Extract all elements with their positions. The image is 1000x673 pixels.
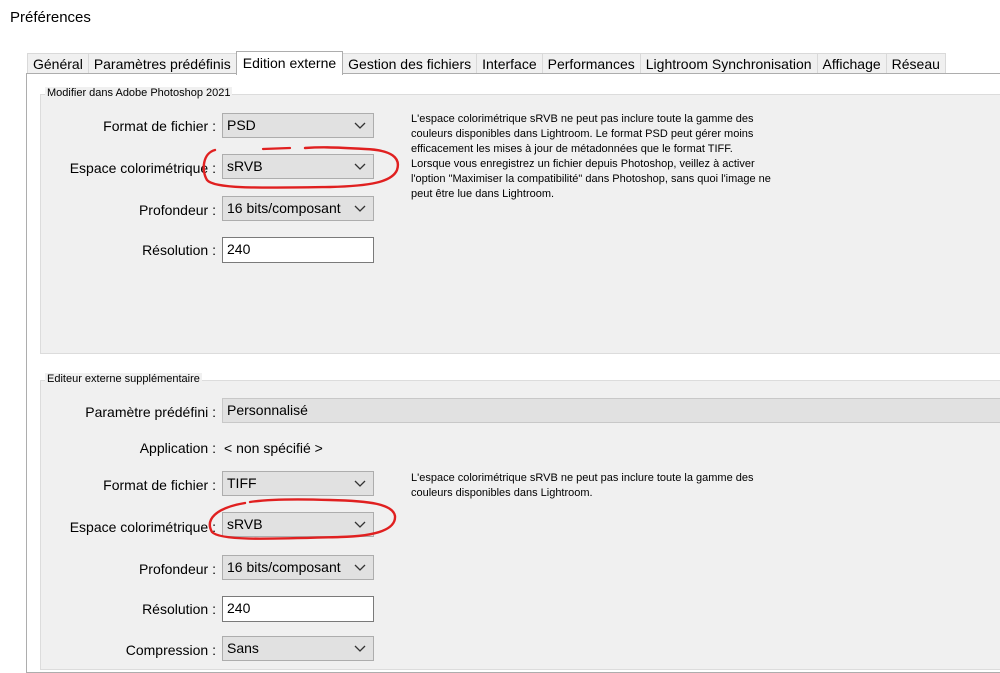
chevron-down-icon [354,645,366,652]
ext-color-space-label: Espace colorimétrique : [69,519,216,535]
help-line: efficacement les mises à jour de métadon… [411,143,733,155]
window-title: Préférences [10,9,91,26]
ext-file-format-value: TIFF [227,475,257,491]
ext-application-value: < non spécifié > [224,440,323,456]
ext-compression-value: Sans [227,640,259,656]
ext-resolution-label: Résolution : [142,601,216,617]
ps-color-space-select[interactable]: sRVB [222,154,374,179]
tab-lightroom-sync[interactable]: Lightroom Synchronisation [639,53,818,74]
ps-color-space-value: sRVB [227,158,263,174]
help-line: L'espace colorimétrique sRVB ne peut pas… [411,113,754,125]
ext-color-space-select[interactable]: sRVB [222,512,374,537]
tab-interface[interactable]: Interface [476,53,543,74]
ext-compression-label: Compression : [125,642,216,658]
tab-display[interactable]: Affichage [816,53,887,74]
ext-preset-select[interactable]: Personnalisé [222,398,1000,423]
help-line: l'option "Maximiser la compatibilité" da… [411,173,771,185]
chevron-down-icon [354,205,366,212]
ext-file-format-label: Format de fichier : [103,477,216,493]
chevron-down-icon [354,122,366,129]
ps-help-text: L'espace colorimétrique sRVB ne peut pas… [411,112,771,202]
help-line: couleurs disponibles dans Lightroom. [411,487,593,499]
ps-bit-depth-select[interactable]: 16 bits/composant [222,196,374,221]
chevron-down-icon [354,521,366,528]
ps-file-format-select[interactable]: PSD [222,113,374,138]
ext-bit-depth-value: 16 bits/composant [227,559,341,575]
ext-preset-label: Paramètre prédéfini : [85,404,216,420]
ext-help-text: L'espace colorimétrique sRVB ne peut pas… [411,471,753,501]
help-line: L'espace colorimétrique sRVB ne peut pas… [411,472,754,484]
tab-file-handling[interactable]: Gestion des fichiers [342,53,478,74]
tab-strip: Général Paramètres prédéfinis Edition ex… [27,51,946,75]
ext-application-label: Application : [139,440,216,456]
ps-color-space-label: Espace colorimétrique : [69,160,216,176]
ext-bit-depth-select[interactable]: 16 bits/composant [222,555,374,580]
tab-performance[interactable]: Performances [541,53,641,74]
tab-network[interactable]: Réseau [885,53,946,74]
ps-file-format-value: PSD [227,117,256,133]
ps-resolution-input[interactable]: 240 [222,237,374,263]
tab-general[interactable]: Général [27,53,89,74]
tab-external-editing[interactable]: Edition externe [235,51,344,75]
photoshop-group-title: Modifier dans Adobe Photoshop 2021 [45,87,233,99]
ps-file-format-label: Format de fichier : [103,118,216,134]
ext-compression-select[interactable]: Sans [222,636,374,661]
help-line: peut être lue dans Lightroom. [411,188,555,200]
help-line: Lorsque vous enregistrez un fichier depu… [411,158,755,170]
ext-resolution-input[interactable]: 240 [222,596,374,622]
additional-editor-group-title: Editeur externe supplémentaire [45,373,202,385]
tab-presets[interactable]: Paramètres prédéfinis [87,53,237,74]
chevron-down-icon [354,163,366,170]
help-line: couleurs disponibles dans Lightroom. Le … [411,128,754,140]
ps-bit-depth-value: 16 bits/composant [227,200,341,216]
ext-bit-depth-label: Profondeur : [138,561,216,577]
chevron-down-icon [354,564,366,571]
ext-file-format-select[interactable]: TIFF [222,471,374,496]
chevron-down-icon [354,480,366,487]
ps-bit-depth-label: Profondeur : [138,202,216,218]
ext-color-space-value: sRVB [227,516,263,532]
ext-preset-value: Personnalisé [227,402,308,418]
ps-resolution-label: Résolution : [142,242,216,258]
